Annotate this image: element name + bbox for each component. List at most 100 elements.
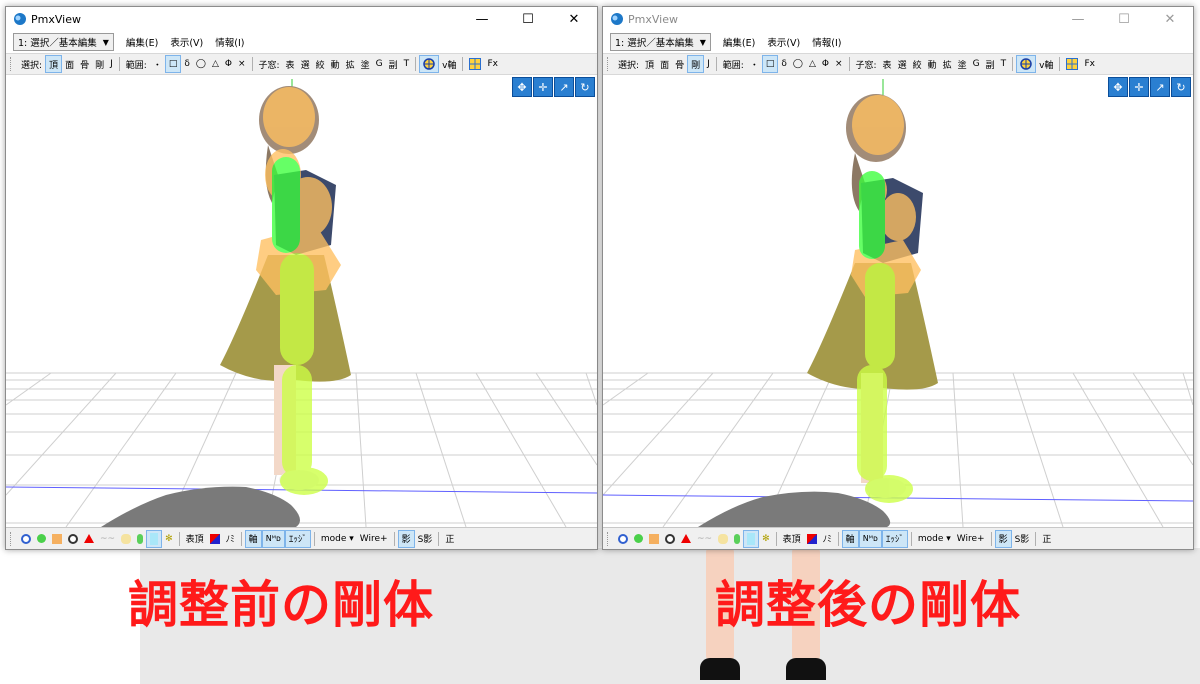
menu-info[interactable]: 情報(I) (812, 35, 841, 49)
joint-icon[interactable]: ✻ (162, 531, 176, 547)
ortho-button[interactable]: 正 (442, 531, 457, 547)
capsule-icon[interactable] (134, 531, 146, 547)
toolbar-item-5[interactable]: J (704, 56, 713, 72)
toolbar-item-23[interactable]: T (998, 56, 1010, 72)
menu-edit[interactable]: 編集(E) (126, 35, 158, 49)
toolbar-item-5[interactable]: J (107, 56, 116, 72)
orange-grid-icon[interactable] (49, 531, 65, 547)
toolbar-item-19[interactable]: 拡 (940, 56, 955, 72)
rotate-axis-icon[interactable]: ↗ (1150, 77, 1170, 97)
toolbar-item-18[interactable]: 動 (328, 56, 343, 72)
maximize-button[interactable]: ☐ (505, 7, 551, 31)
joint-icon[interactable]: ✻ (759, 531, 773, 547)
minimize-button[interactable]: — (1055, 7, 1101, 31)
toolbar-item-10[interactable]: ◯ (193, 56, 209, 72)
grid-window-icon[interactable] (466, 56, 484, 72)
green-dot-icon[interactable] (631, 531, 646, 547)
rotate-axis-icon[interactable]: ↗ (554, 77, 574, 97)
toolbar-item-3[interactable]: 骨 (77, 56, 92, 72)
cloud-icon[interactable] (715, 531, 731, 547)
toolbar-item-13[interactable]: × (235, 56, 249, 72)
toolbar-item-12[interactable]: Φ (819, 56, 832, 72)
toolbar-item-22[interactable]: 副 (386, 56, 401, 72)
color-swatch-icon[interactable] (804, 531, 820, 547)
nomi-button[interactable]: ﾉﾐ (223, 531, 238, 547)
show-vertex-button[interactable]: 表頂 (183, 531, 207, 547)
toolbar-item-13[interactable]: × (832, 56, 846, 72)
toolbar-item-16[interactable]: 選 (895, 56, 910, 72)
axis-button[interactable]: 軸 (244, 529, 262, 548)
toolbar-item-12[interactable]: Φ (222, 56, 235, 72)
toolbar-item-17[interactable]: 絞 (313, 56, 328, 72)
toolbar-item-15[interactable]: 表 (283, 56, 298, 72)
toolbar-item-17[interactable]: 絞 (910, 56, 925, 72)
wave-icon[interactable]: ~~ (97, 531, 118, 547)
toolbar-item-19[interactable]: 拡 (343, 56, 358, 72)
toolbar-item-16[interactable]: 選 (298, 56, 313, 72)
toolbar-item-7[interactable]: ・ (747, 56, 762, 72)
toolbar-item-20[interactable]: 塗 (955, 56, 970, 72)
wave-icon[interactable]: ~~ (694, 531, 715, 547)
shadow-button[interactable]: 影 (397, 529, 415, 548)
self-shadow-button[interactable]: S影 (1012, 531, 1033, 547)
toolbar-item-1[interactable]: 頂 (45, 55, 63, 73)
globe-axis-icon[interactable] (419, 55, 440, 73)
show-vertex-button[interactable]: 表頂 (780, 531, 804, 547)
close-button[interactable]: ✕ (1147, 7, 1193, 31)
vertex-display-icon[interactable] (615, 531, 631, 547)
color-swatch-icon[interactable] (207, 531, 223, 547)
menu-edit[interactable]: 編集(E) (723, 35, 755, 49)
toolbar-item-20[interactable]: 塗 (358, 56, 373, 72)
3d-viewport[interactable]: ✥ ✛ ↗ ↻ (6, 75, 597, 527)
move-xy-icon[interactable]: ✛ (533, 77, 553, 97)
3d-viewport[interactable]: ✥ ✛ ↗ ↻ (603, 75, 1193, 527)
wire-button[interactable]: Wire+ (954, 531, 988, 547)
axis-button[interactable]: 軸 (841, 529, 859, 548)
move-xy-icon[interactable]: ✛ (1129, 77, 1149, 97)
ortho-button[interactable]: 正 (1039, 531, 1054, 547)
green-dot-icon[interactable] (34, 531, 49, 547)
rigid-body-display-icon[interactable] (146, 529, 163, 548)
toolbar-item-11[interactable]: △ (209, 56, 222, 72)
mode-dropdown[interactable]: mode ▾ (318, 531, 357, 547)
globe-axis-icon[interactable] (1016, 55, 1037, 73)
toolbar-item-7[interactable]: ・ (150, 56, 165, 72)
toolbar-item-8[interactable]: □ (164, 55, 182, 73)
target-icon[interactable] (65, 531, 81, 547)
toolbar-item-11[interactable]: △ (806, 56, 819, 72)
shadow-button[interactable]: 影 (994, 529, 1012, 548)
self-shadow-button[interactable]: S影 (415, 531, 436, 547)
toolbar-item-4[interactable]: 剛 (687, 55, 705, 73)
menu-view[interactable]: 表示(V) (170, 35, 203, 49)
toolbar-item-9[interactable]: δ (778, 56, 790, 72)
title-bar[interactable]: PmxView — ☐ ✕ (6, 7, 597, 31)
grid-window-icon[interactable] (1063, 56, 1081, 72)
maximize-button[interactable]: ☐ (1101, 7, 1147, 31)
menu-view[interactable]: 表示(V) (767, 35, 800, 49)
orange-grid-icon[interactable] (646, 531, 662, 547)
toolbar-item-15[interactable]: 表 (880, 56, 895, 72)
red-triangle-icon[interactable] (678, 531, 694, 547)
toolbar-item-3[interactable]: 骨 (672, 56, 687, 72)
toolbar-item-2[interactable]: 面 (657, 56, 672, 72)
nomi-button[interactable]: ﾉﾐ (820, 531, 835, 547)
cloud-icon[interactable] (118, 531, 134, 547)
toolbar-item-18[interactable]: 動 (925, 56, 940, 72)
mode-select[interactable]: 1: 選択／基本編集 ▼ (13, 33, 114, 51)
close-button[interactable]: ✕ (551, 7, 597, 31)
title-bar[interactable]: PmxView — ☐ ✕ (603, 7, 1193, 31)
toolbar-item-24[interactable]: v軸 (1036, 56, 1056, 72)
toolbar-item-25[interactable]: Fx (484, 56, 501, 72)
menu-info[interactable]: 情報(I) (215, 35, 244, 49)
edge-button[interactable]: ｴｯｼﾞ (881, 529, 908, 548)
toolbar-item-23[interactable]: T (401, 56, 413, 72)
move-xyz-icon[interactable]: ✥ (512, 77, 532, 97)
mode-select[interactable]: 1: 選択／基本編集 ▼ (610, 33, 711, 51)
rigid-body-display-icon[interactable] (743, 529, 760, 548)
minimize-button[interactable]: — (459, 7, 505, 31)
toolbar-item-8[interactable]: □ (761, 55, 779, 73)
edge-button[interactable]: ｴｯｼﾞ (284, 529, 311, 548)
target-icon[interactable] (662, 531, 678, 547)
toolbar-item-22[interactable]: 副 (983, 56, 998, 72)
rotate-icon[interactable]: ↻ (575, 77, 595, 97)
